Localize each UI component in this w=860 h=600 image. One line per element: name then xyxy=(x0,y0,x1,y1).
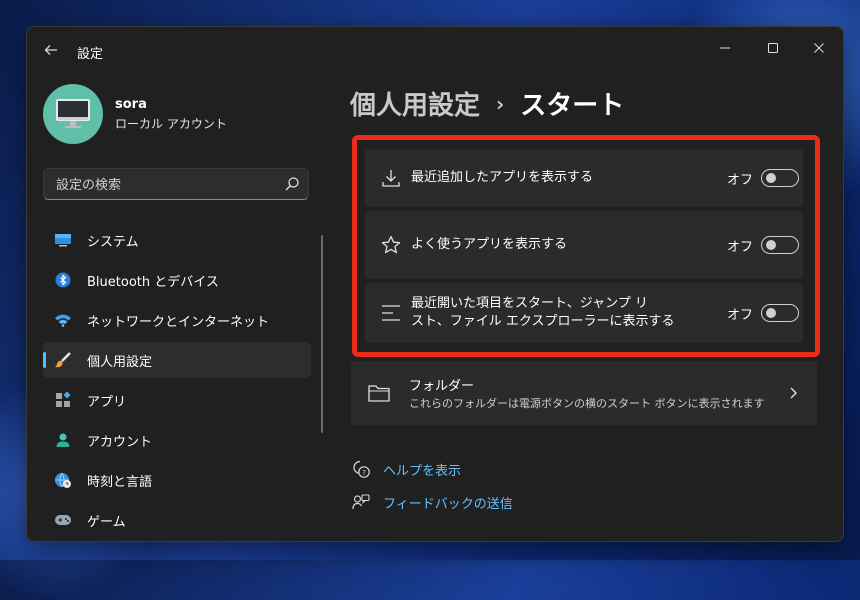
recent-items-toggle[interactable] xyxy=(761,304,799,322)
sidebar-item-label: アカウント xyxy=(87,434,153,450)
folder-icon xyxy=(368,385,390,402)
sidebar-item-label: Bluetooth とデバイス xyxy=(87,274,219,290)
star-icon xyxy=(379,233,403,257)
toggle-state-text: オフ xyxy=(727,173,754,188)
user-profile[interactable]: sora ローカル アカウント xyxy=(43,84,227,144)
sidebar-item-apps[interactable]: アプリ xyxy=(43,382,311,418)
search-input[interactable] xyxy=(54,169,278,201)
sidebar-item-label: 時刻と言語 xyxy=(87,474,153,490)
sidebar-item-system[interactable]: システム xyxy=(43,222,311,258)
app-title: 設定 xyxy=(77,47,104,62)
user-name: sora xyxy=(115,96,147,112)
search-icon[interactable] xyxy=(284,176,300,192)
active-indicator xyxy=(43,352,46,368)
title-bar: 設定 xyxy=(27,27,843,73)
toggle-state-text: オフ xyxy=(727,308,754,323)
toggle-knob xyxy=(766,308,776,318)
settings-search[interactable] xyxy=(43,168,309,201)
back-arrow-icon xyxy=(44,45,57,55)
setting-recent-items[interactable]: 最近開いた項目をスタート、ジャンプ リ スト、ファイル エクスプローラーに表示す… xyxy=(365,283,803,343)
sidebar-item-personalization[interactable]: 個人用設定 xyxy=(43,342,311,378)
sidebar-item-time-language[interactable]: 時刻と言語 xyxy=(43,462,311,498)
page-title: スタート xyxy=(520,91,625,121)
close-button[interactable] xyxy=(797,33,841,63)
breadcrumb-separator: › xyxy=(496,91,505,116)
sidebar-item-accounts[interactable]: アカウント xyxy=(43,422,311,458)
svg-text:?: ? xyxy=(362,469,366,477)
sidebar-nav: システム Bluetooth とデバイス ネットワークとインターネット 個人用設… xyxy=(43,222,311,541)
setting-label-line: 最近開いた項目をスタート、ジャンプ リ xyxy=(411,296,648,311)
feedback-link-label[interactable]: フィードバックの送信 xyxy=(383,493,513,512)
setting-recent-apps[interactable]: 最近追加したアプリを表示する オフ xyxy=(365,149,803,207)
sidebar-item-label: アプリ xyxy=(87,394,127,410)
help-icon: ? xyxy=(351,459,371,479)
most-used-apps-toggle[interactable] xyxy=(761,236,799,254)
sidebar-item-label: ネットワークとインターネット xyxy=(87,314,270,330)
feedback-icon xyxy=(351,492,371,512)
brush-icon xyxy=(53,350,73,370)
help-link[interactable]: ? ヘルプを表示 xyxy=(351,459,461,479)
back-button[interactable] xyxy=(39,39,63,61)
person-icon xyxy=(53,430,73,450)
feedback-link[interactable]: フィードバックの送信 xyxy=(351,492,513,512)
gamepad-icon xyxy=(53,510,73,530)
setting-label-line: スト、ファイル エクスプローラーに表示する xyxy=(411,314,675,329)
sidebar-item-gaming[interactable]: ゲーム xyxy=(43,502,311,538)
breadcrumb: 個人用設定 › スタート xyxy=(350,85,624,122)
avatar xyxy=(43,84,103,144)
setting-label: 最近開いた項目をスタート、ジャンプ リ スト、ファイル エクスプローラーに表示す… xyxy=(411,295,674,331)
setting-most-used-apps[interactable]: よく使うアプリを表示する オフ xyxy=(365,211,803,279)
setting-folders[interactable]: フォルダー これらのフォルダーは電源ボタンの横のスタート ボタンに表示されます xyxy=(351,361,817,425)
maximize-icon xyxy=(768,43,778,53)
sidebar-scrollbar[interactable] xyxy=(321,235,323,433)
sidebar-item-label: ゲーム xyxy=(87,514,126,530)
toggle-knob xyxy=(766,240,776,250)
account-type: ローカル アカウント xyxy=(115,116,227,131)
maximize-button[interactable] xyxy=(751,33,795,63)
apps-icon xyxy=(53,390,73,410)
bluetooth-icon xyxy=(53,270,73,290)
chevron-right-icon xyxy=(790,387,797,399)
download-icon xyxy=(379,166,403,190)
sidebar-item-network[interactable]: ネットワークとインターネット xyxy=(43,302,311,338)
globe-clock-icon xyxy=(53,470,73,490)
folders-title: フォルダー xyxy=(409,379,475,394)
breadcrumb-parent[interactable]: 個人用設定 xyxy=(350,85,480,122)
settings-window: 設定 sora ローカル アカウント 設定の検索 システム Bluetooth … xyxy=(26,26,844,542)
wifi-icon xyxy=(53,310,73,330)
toggle-knob xyxy=(766,173,776,183)
sidebar-item-label: 個人用設定 xyxy=(87,354,153,370)
minimize-button[interactable] xyxy=(703,33,747,63)
list-icon xyxy=(379,301,403,325)
display-icon xyxy=(53,230,73,250)
setting-label: 最近追加したアプリを表示する xyxy=(411,170,594,185)
close-icon xyxy=(814,43,824,53)
help-link-label[interactable]: ヘルプを表示 xyxy=(383,460,461,479)
setting-label: よく使うアプリを表示する xyxy=(411,237,568,252)
monitor-icon xyxy=(56,99,90,128)
sidebar-item-label: システム xyxy=(87,234,139,250)
recent-apps-toggle[interactable] xyxy=(761,169,799,187)
folders-description: これらのフォルダーは電源ボタンの横のスタート ボタンに表示されます xyxy=(409,397,765,410)
toggle-state-text: オフ xyxy=(727,240,754,255)
sidebar-item-bluetooth[interactable]: Bluetooth とデバイス xyxy=(43,262,311,298)
minimize-icon xyxy=(720,47,730,49)
